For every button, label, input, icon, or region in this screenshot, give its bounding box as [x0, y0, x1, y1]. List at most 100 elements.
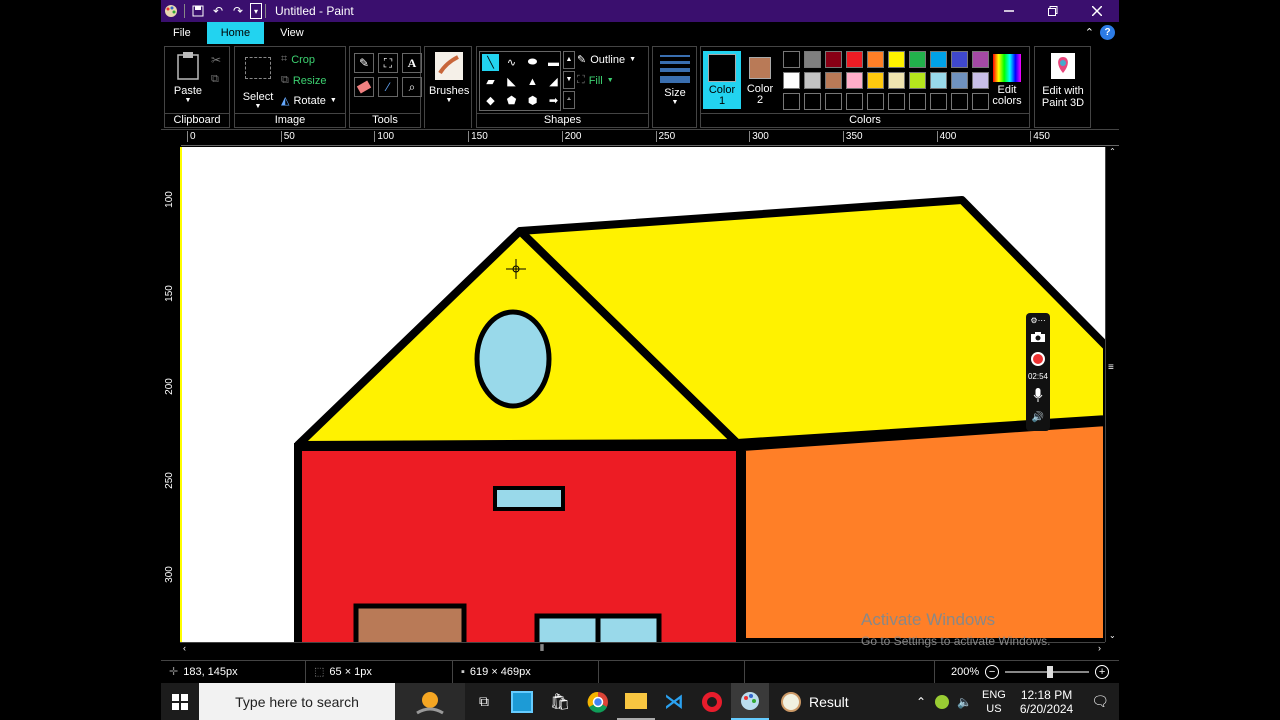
zoom-out-button[interactable]: −	[985, 664, 1000, 679]
tab-file[interactable]: File	[161, 22, 203, 44]
zoom-in-button[interactable]: +	[1095, 664, 1110, 679]
curve-shape-icon[interactable]: ∿	[503, 54, 520, 71]
result-taskbar-app[interactable]: Result	[769, 683, 861, 720]
fill-button[interactable]: ⛶ Fill ▼	[577, 74, 614, 87]
file-explorer-icon[interactable]	[617, 683, 655, 720]
customize-quick-access-icon[interactable]: ▾	[250, 3, 262, 19]
custom-color-slot[interactable]	[888, 93, 905, 110]
notifications-icon[interactable]: 🗨	[1081, 693, 1119, 710]
horizontal-scroll-thumb[interactable]: ⦀	[540, 643, 544, 654]
shapes-scroll-down-icon[interactable]: ▼	[563, 71, 575, 89]
palette-swatch[interactable]	[888, 51, 905, 68]
edit-with-paint3d-button[interactable]: Edit with Paint 3D	[1037, 51, 1089, 109]
custom-color-slot[interactable]	[783, 93, 800, 110]
palette-swatch[interactable]	[825, 51, 842, 68]
taskbar-app-wallpaper[interactable]	[503, 683, 541, 720]
rounded-rectangle-shape-icon[interactable]: ▰	[482, 73, 499, 90]
oval-shape-icon[interactable]: ⬬	[524, 54, 541, 71]
fill-bucket-icon[interactable]: ⛶	[378, 53, 398, 73]
right-arrow-shape-icon[interactable]: ➡	[545, 92, 562, 109]
palette-swatch[interactable]	[867, 72, 884, 89]
tray-app-icon[interactable]	[935, 694, 950, 709]
custom-color-slot[interactable]	[909, 93, 926, 110]
palette-swatch[interactable]	[846, 51, 863, 68]
select-button[interactable]: Select ▼	[239, 51, 277, 110]
triangle-shape-icon[interactable]: ▲	[524, 73, 541, 90]
redo-icon[interactable]: ↷	[228, 0, 248, 22]
outline-button[interactable]: ✎ Outline ▼	[577, 53, 636, 67]
weather-widget[interactable]	[395, 683, 465, 720]
color-picker-icon[interactable]: ⁄	[378, 77, 398, 97]
undo-icon[interactable]: ↶	[208, 0, 228, 22]
zoom-slider[interactable]	[1005, 665, 1090, 678]
rotate-button[interactable]: ◭ Rotate ▼	[281, 94, 337, 108]
help-icon[interactable]: ?	[1100, 25, 1115, 40]
diamond-shape-icon[interactable]: ◆	[482, 92, 499, 109]
vscode-icon[interactable]: ⋊	[655, 683, 693, 720]
custom-color-slot[interactable]	[951, 93, 968, 110]
palette-swatch[interactable]	[804, 72, 821, 89]
palette-swatch[interactable]	[930, 51, 947, 68]
palette-swatch[interactable]	[846, 72, 863, 89]
palette-swatch[interactable]	[951, 51, 968, 68]
palette-swatch[interactable]	[951, 72, 968, 89]
show-hidden-icons[interactable]: ⌃	[911, 695, 931, 709]
scroll-left-icon[interactable]: ‹	[183, 643, 186, 653]
hexagon-shape-icon[interactable]: ⬢	[524, 92, 541, 109]
scroll-down-icon[interactable]: ⌄	[1109, 631, 1116, 640]
task-view-icon[interactable]: ⧉	[465, 683, 503, 720]
paste-button[interactable]: Paste ▼	[171, 51, 205, 104]
chrome-icon[interactable]	[579, 683, 617, 720]
rectangle-shape-icon[interactable]: ▬	[545, 54, 562, 71]
paint-taskbar-icon[interactable]	[731, 683, 769, 720]
copy-icon[interactable]: ⧉	[211, 73, 219, 86]
vertical-scrollbar[interactable]: ⌃ ≡ ⌄	[1105, 147, 1119, 642]
eraser-icon[interactable]	[354, 77, 374, 97]
taskbar-app-store[interactable]: 🛍	[541, 683, 579, 720]
custom-color-slot[interactable]	[825, 93, 842, 110]
shapes-scroll-up-icon[interactable]: ▲	[563, 51, 575, 69]
scroll-right-icon[interactable]: ›	[1098, 643, 1101, 653]
custom-color-slot[interactable]	[867, 93, 884, 110]
palette-swatch[interactable]	[930, 72, 947, 89]
color2-button[interactable]: Color 2	[741, 51, 779, 109]
tab-home[interactable]: Home	[206, 22, 265, 44]
crop-button[interactable]: ⌗ Crop	[281, 53, 315, 66]
palette-swatch[interactable]	[888, 72, 905, 89]
clock[interactable]: 12:18 PM 6/20/2024	[1012, 688, 1081, 716]
palette-swatch[interactable]	[825, 72, 842, 89]
edit-colors-button[interactable]: Edit colors	[987, 51, 1027, 109]
minimize-button[interactable]	[987, 0, 1031, 22]
palette-swatch[interactable]	[909, 72, 926, 89]
resize-button[interactable]: ⧉ Resize	[281, 74, 326, 87]
palette-swatch[interactable]	[909, 51, 926, 68]
maximize-button[interactable]	[1031, 0, 1075, 22]
recorder-menu-icon[interactable]: ⚙⋯	[1030, 316, 1045, 325]
size-button[interactable]: Size ▼	[657, 51, 693, 106]
palette-swatch[interactable]	[804, 51, 821, 68]
save-icon[interactable]	[188, 0, 208, 22]
close-button[interactable]	[1075, 0, 1119, 22]
brushes-button[interactable]: Brushes ▼	[429, 51, 469, 104]
pentagon-shape-icon[interactable]: ⬟	[503, 92, 520, 109]
opera-icon[interactable]	[693, 683, 731, 720]
palette-swatch[interactable]	[783, 51, 800, 68]
scroll-up-icon[interactable]: ⌃	[1106, 147, 1119, 156]
microphone-icon[interactable]	[1033, 387, 1043, 406]
tab-view[interactable]: View	[268, 22, 316, 44]
shapes-scroll-controls[interactable]: ▲ ▼ ⩡	[563, 51, 575, 111]
language-indicator[interactable]: ENG US	[976, 688, 1012, 716]
custom-color-slot[interactable]	[846, 93, 863, 110]
magnifier-icon[interactable]: ⌕	[402, 77, 422, 97]
vertical-scroll-thumb[interactable]: ≡	[1108, 362, 1114, 373]
shapes-expand-icon[interactable]: ⩡	[563, 91, 575, 109]
taskbar-search-box[interactable]: Type here to search	[199, 683, 395, 720]
paint-app-icon[interactable]	[161, 0, 181, 22]
drawing-canvas[interactable]	[180, 147, 1105, 642]
right-triangle-shape-icon[interactable]: ◢	[545, 73, 562, 90]
cut-icon[interactable]: ✂	[211, 53, 221, 67]
text-icon[interactable]: A	[402, 53, 422, 73]
speaker-icon[interactable]: 🔊	[1032, 412, 1044, 423]
pencil-icon[interactable]: ✎	[354, 53, 374, 73]
polygon-shape-icon[interactable]: ◣	[503, 73, 520, 90]
